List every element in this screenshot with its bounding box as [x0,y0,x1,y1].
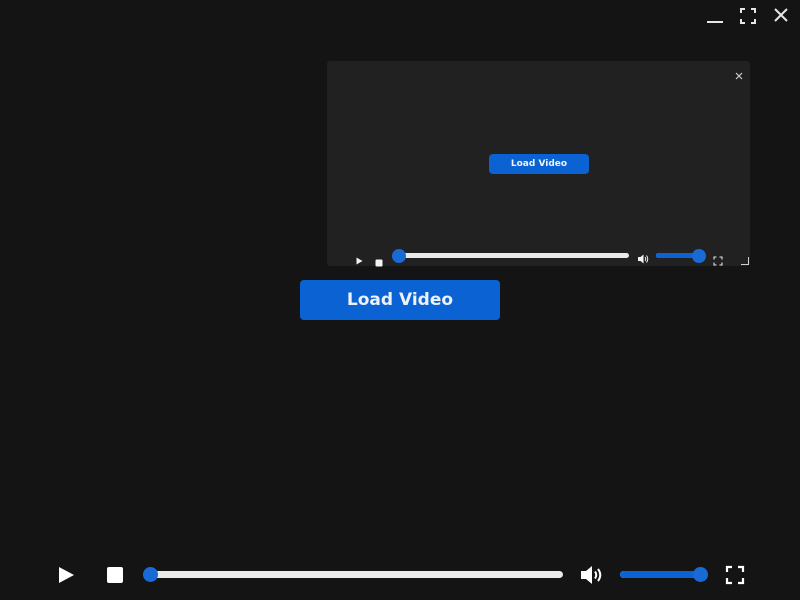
volume-button[interactable] [579,563,605,591]
fullscreen-button[interactable] [725,565,745,589]
pip-stop-button[interactable] [375,252,383,271]
progress-track [148,571,563,578]
close-window-button[interactable] [769,6,793,26]
volume-thumb[interactable] [692,567,708,582]
volume-fill [620,571,700,578]
volume-icon [581,566,602,584]
pip-volume-thumb[interactable] [692,249,706,263]
pip-fullscreen-button[interactable] [713,251,723,270]
pip-load-video-button[interactable]: Load Video [489,154,589,174]
volume-icon [638,254,649,264]
pip-progress-thumb[interactable] [392,249,406,263]
play-button[interactable] [56,565,76,589]
minimize-icon [707,21,723,23]
pip-progress-track [393,253,629,258]
close-icon [735,72,743,80]
maximize-button[interactable] [736,6,760,26]
play-icon [356,257,363,265]
progress-thumb[interactable] [142,567,158,582]
fullscreen-icon [713,256,723,266]
play-icon [59,567,74,583]
close-icon [774,8,788,22]
pip-player: Load Video [327,61,750,269]
pip-resize-handle[interactable] [741,257,749,265]
pip-close-button[interactable] [734,66,744,80]
load-video-button[interactable]: Load Video [300,280,500,320]
pip-play-button[interactable] [354,251,364,270]
stop-icon [107,567,123,583]
maximize-icon [740,8,756,24]
pip-volume-button[interactable] [637,250,649,269]
minimize-button[interactable] [703,6,727,26]
stop-button[interactable] [106,566,124,588]
fullscreen-icon [725,565,745,585]
stop-icon [375,259,383,267]
